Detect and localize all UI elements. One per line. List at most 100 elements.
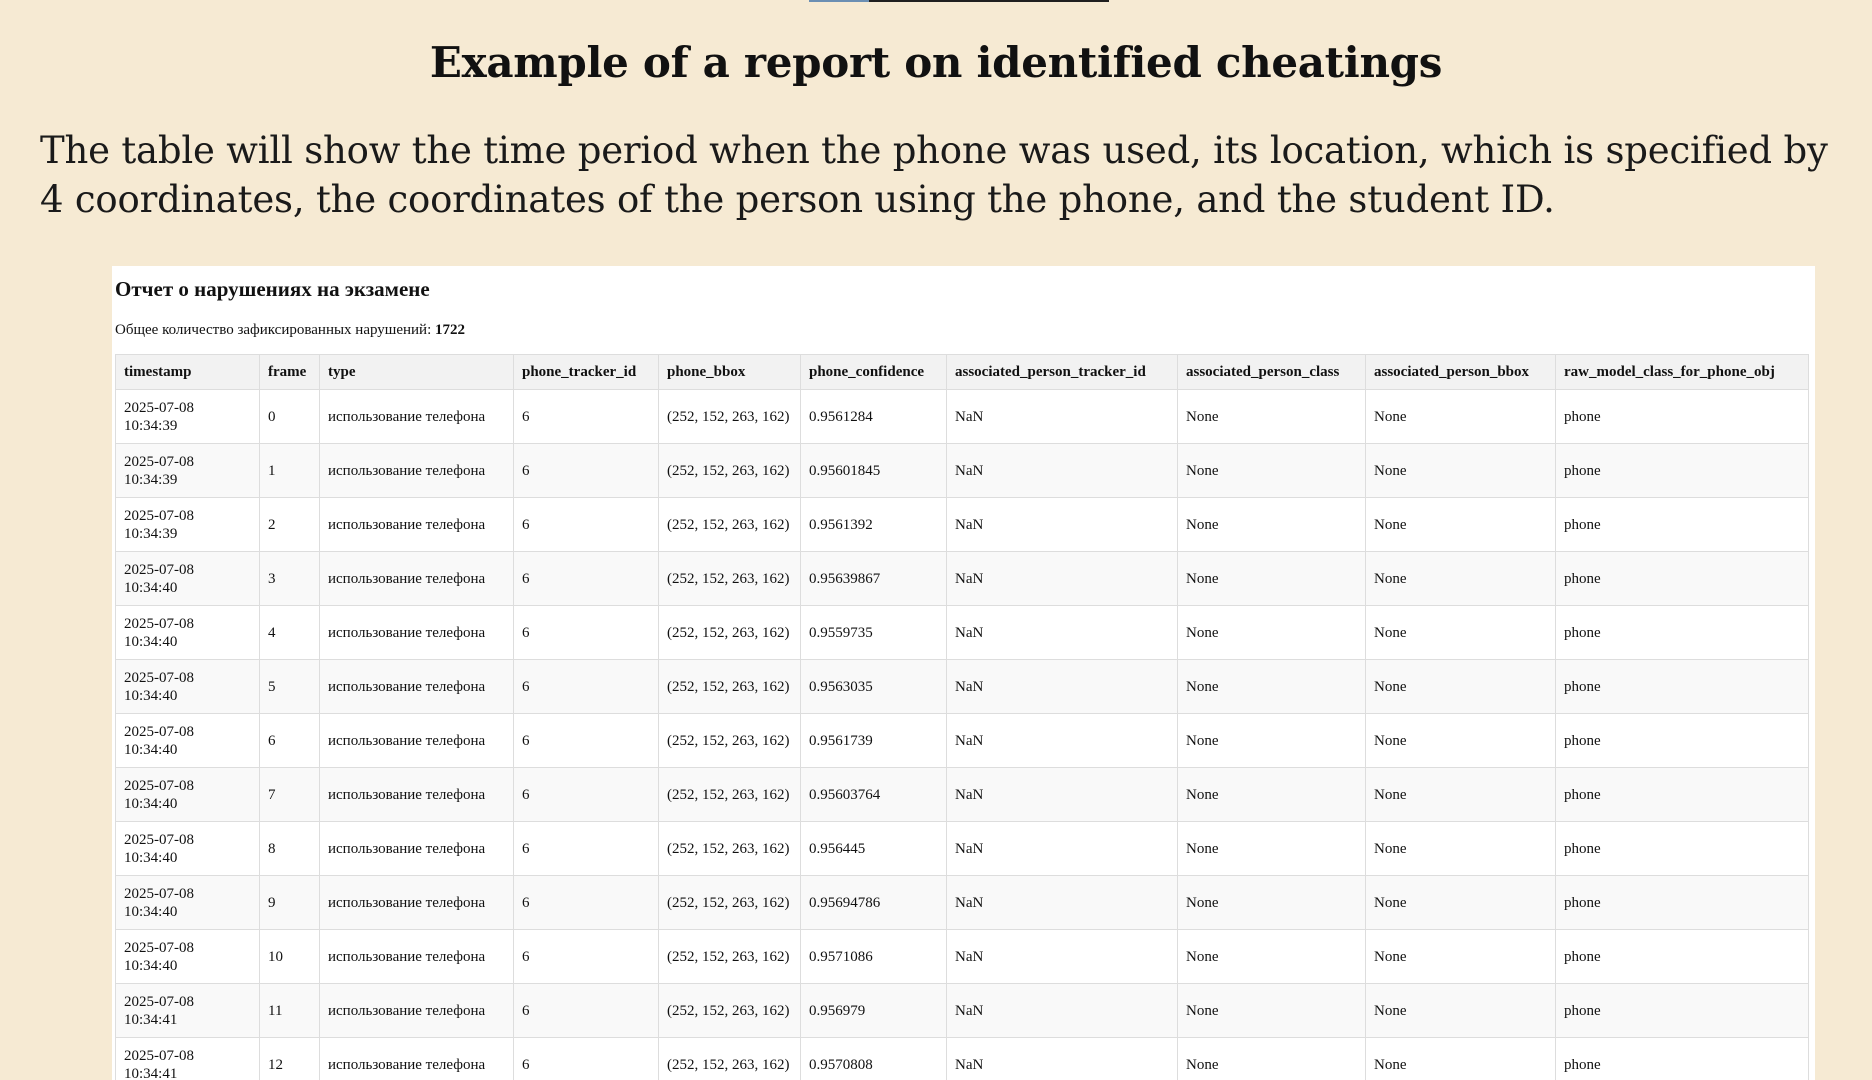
cell-person-tracker-id: NaN	[946, 443, 1178, 498]
cell-raw-model-class: phone	[1555, 983, 1809, 1038]
cell-type: использование телефона	[319, 983, 514, 1038]
cell-phone-confidence: 0.956445	[800, 821, 947, 876]
cell-person-bbox: None	[1365, 605, 1556, 660]
cell-person-bbox: None	[1365, 497, 1556, 552]
cell-frame: 11	[259, 983, 320, 1038]
cell-person-tracker-id: NaN	[946, 821, 1178, 876]
cell-phone-confidence: 0.956979	[800, 983, 947, 1038]
cell-person-class: None	[1177, 659, 1366, 714]
cell-timestamp: 2025-07-08 10:34:39	[115, 443, 260, 498]
cell-timestamp: 2025-07-08 10:34:39	[115, 389, 260, 444]
cell-timestamp: 2025-07-08 10:34:41	[115, 983, 260, 1038]
cell-frame: 0	[259, 389, 320, 444]
cell-person-class: None	[1177, 983, 1366, 1038]
column-header-type: type	[319, 354, 514, 390]
table-row: 2025-07-08 10:34:40 8 использование телефо…	[115, 821, 1809, 876]
cell-type: использование телефона	[319, 605, 514, 660]
cell-person-tracker-id: NaN	[946, 497, 1178, 552]
cell-raw-model-class: phone	[1555, 767, 1809, 822]
cell-phone-confidence: 0.95694786	[800, 875, 947, 930]
report-summary: Общее количество зафиксированных нарушен…	[115, 320, 465, 340]
cell-timestamp: 2025-07-08 10:34:40	[115, 767, 260, 822]
cell-raw-model-class: phone	[1555, 1037, 1809, 1080]
summary-count: 1722	[435, 322, 465, 338]
cell-person-bbox: None	[1365, 443, 1556, 498]
cell-phone-bbox: (252, 152, 263, 162)	[658, 983, 801, 1038]
violations-table: timestamp frame type phone_tracker_id phone_…	[115, 354, 1809, 1080]
cell-type: использование телефона	[319, 1037, 514, 1080]
cell-person-class: None	[1177, 551, 1366, 606]
cell-timestamp: 2025-07-08 10:34:40	[115, 821, 260, 876]
cell-timestamp: 2025-07-08 10:34:40	[115, 713, 260, 768]
cell-raw-model-class: phone	[1555, 821, 1809, 876]
cell-phone-tracker-id: 6	[513, 983, 659, 1038]
cell-timestamp: 2025-07-08 10:34:40	[115, 551, 260, 606]
cell-raw-model-class: phone	[1555, 875, 1809, 930]
cell-frame: 4	[259, 605, 320, 660]
cell-raw-model-class: phone	[1555, 659, 1809, 714]
table-row: 2025-07-08 10:34:39 2 использование телефо…	[115, 497, 1809, 552]
cell-timestamp: 2025-07-08 10:34:40	[115, 875, 260, 930]
cell-person-class: None	[1177, 821, 1366, 876]
cell-phone-bbox: (252, 152, 263, 162)	[658, 605, 801, 660]
table-row: 2025-07-08 10:34:40 3 использование телефо…	[115, 551, 1809, 606]
column-header-person-bbox: associated_person_bbox	[1365, 354, 1556, 390]
cell-raw-model-class: phone	[1555, 929, 1809, 984]
cell-phone-tracker-id: 6	[513, 929, 659, 984]
cell-frame: 5	[259, 659, 320, 714]
cell-phone-confidence: 0.9559735	[800, 605, 947, 660]
column-header-phone-bbox: phone_bbox	[658, 354, 801, 390]
cell-person-bbox: None	[1365, 551, 1556, 606]
cell-timestamp: 2025-07-08 10:34:40	[115, 659, 260, 714]
table-row: 2025-07-08 10:34:40 4 использование телефо…	[115, 605, 1809, 660]
table-row: 2025-07-08 10:34:39 1 использование телефо…	[115, 443, 1809, 498]
cell-type: использование телефона	[319, 551, 514, 606]
cell-phone-tracker-id: 6	[513, 443, 659, 498]
cell-phone-tracker-id: 6	[513, 551, 659, 606]
cell-type: использование телефона	[319, 659, 514, 714]
cell-raw-model-class: phone	[1555, 443, 1809, 498]
cell-person-bbox: None	[1365, 659, 1556, 714]
cell-phone-confidence: 0.9563035	[800, 659, 947, 714]
cell-phone-bbox: (252, 152, 263, 162)	[658, 497, 801, 552]
cell-person-class: None	[1177, 497, 1366, 552]
cell-person-class: None	[1177, 767, 1366, 822]
cell-raw-model-class: phone	[1555, 713, 1809, 768]
column-header-raw-model-class: raw_model_class_for_phone_obj	[1555, 354, 1809, 390]
cell-phone-confidence: 0.95603764	[800, 767, 947, 822]
table-row: 2025-07-08 10:34:40 10 использование телеф…	[115, 929, 1809, 984]
cell-phone-tracker-id: 6	[513, 821, 659, 876]
report-panel: Отчет о нарушениях на экзамене Общее кол…	[112, 266, 1815, 1080]
cell-person-class: None	[1177, 605, 1366, 660]
cell-phone-bbox: (252, 152, 263, 162)	[658, 713, 801, 768]
cell-person-bbox: None	[1365, 875, 1556, 930]
table-row: 2025-07-08 10:34:39 0 использование телефо…	[115, 389, 1809, 444]
cell-frame: 9	[259, 875, 320, 930]
cell-phone-tracker-id: 6	[513, 875, 659, 930]
cell-phone-tracker-id: 6	[513, 767, 659, 822]
cell-frame: 3	[259, 551, 320, 606]
cell-phone-bbox: (252, 152, 263, 162)	[658, 821, 801, 876]
column-header-phone-tracker-id: phone_tracker_id	[513, 354, 659, 390]
cell-phone-confidence: 0.9571086	[800, 929, 947, 984]
cell-timestamp: 2025-07-08 10:34:41	[115, 1037, 260, 1080]
column-header-timestamp: timestamp	[115, 354, 260, 390]
page-title: Example of a report on identified cheati…	[429, 38, 1443, 87]
cell-person-class: None	[1177, 875, 1366, 930]
cell-person-class: None	[1177, 389, 1366, 444]
cell-phone-tracker-id: 6	[513, 389, 659, 444]
cell-type: использование телефона	[319, 929, 514, 984]
cell-person-bbox: None	[1365, 389, 1556, 444]
cell-person-class: None	[1177, 713, 1366, 768]
cell-phone-confidence: 0.95601845	[800, 443, 947, 498]
cell-type: использование телефона	[319, 713, 514, 768]
cell-phone-bbox: (252, 152, 263, 162)	[658, 389, 801, 444]
cell-frame: 1	[259, 443, 320, 498]
cell-person-tracker-id: NaN	[946, 389, 1178, 444]
cell-phone-confidence: 0.95639867	[800, 551, 947, 606]
cell-person-tracker-id: NaN	[946, 713, 1178, 768]
cell-frame: 12	[259, 1037, 320, 1080]
top-tab-accent	[809, 0, 869, 2]
cell-frame: 7	[259, 767, 320, 822]
cell-person-class: None	[1177, 929, 1366, 984]
